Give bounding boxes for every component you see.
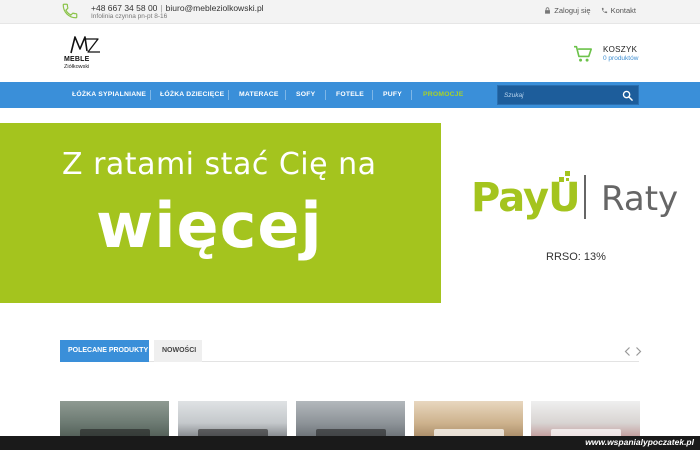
phone-number[interactable]: +48 667 34 58 00 [91,3,157,13]
tab-new-products[interactable]: NOWOŚCI [154,340,202,362]
promo-banner[interactable]: Z ratami stać Cię na więcej PayU Raty RR… [0,123,700,303]
nav-item-mattresses[interactable]: MATERACE [239,82,279,108]
lock-icon [545,7,551,14]
nav-separator [325,90,326,100]
phone-small-icon [601,7,607,14]
email-link[interactable]: biuro@mebleziolkowski.pl [166,3,264,13]
nav-item-kids-beds[interactable]: ŁÓŻKA DZIECIĘCE [160,82,224,108]
header: MEBLE Ziółkowski KOSZYK 0 produktów [0,24,700,82]
nav-separator [372,90,373,100]
phone-icon [62,3,78,19]
login-link[interactable]: Zaloguj się [544,6,591,15]
search-box [497,85,639,105]
payu-dots-icon [559,171,570,182]
contact-line: +48 667 34 58 00 | biuro@mebleziolkowski.p… [91,3,264,13]
site-logo[interactable]: MEBLE Ziółkowski [64,33,108,73]
nav-separator [285,90,286,100]
watermark-bar: www.wspanialypoczatek.pl [0,436,700,450]
chevron-right-icon[interactable] [635,347,642,356]
top-bar: +48 667 34 58 00 | biuro@mebleziolkowski.p… [0,0,700,24]
nav-item-sofas[interactable]: SOFY [296,82,315,108]
tab-recommended-products[interactable]: POLECANE PRODUKTY [60,340,149,362]
nav-item-armchairs[interactable]: FOTELE [336,82,364,108]
banner-headline-large: więcej [96,189,323,262]
nav-item-promotions[interactable]: PROMOCJE [423,82,464,108]
payu-logo: PayU [471,171,581,231]
contact-label: Kontakt [610,6,636,15]
contact-separator: | [160,3,163,13]
cart-icon[interactable] [573,45,593,63]
top-links: Zaloguj się Kontakt [544,6,636,15]
rrso-label: RRSO: 13% [546,251,606,263]
search-input[interactable] [504,89,614,102]
cart-count: 0 produktów [603,55,639,62]
raty-wordmark: Raty [601,179,679,219]
search-icon[interactable] [622,90,633,101]
logo-monogram-icon [70,36,100,54]
nav-separator [411,90,412,100]
login-label: Zaloguj się [554,6,591,15]
logo-line-2: Ziółkowski [64,64,90,70]
contact-link[interactable]: Kontakt [601,6,636,15]
banner-headline: Z ratami stać Cię na [62,147,377,182]
banner-green-panel: Z ratami stać Cię na więcej [0,123,441,303]
cart-title[interactable]: KOSZYK [603,45,637,54]
carousel-arrows [624,347,642,356]
nav-item-poufs[interactable]: PUFY [383,82,402,108]
payu-divider [584,175,586,219]
nav-item-bedroom-beds[interactable]: ŁÓŻKA SYPIALNIANE [72,82,146,108]
nav-separator [228,90,229,100]
main-navigation: ŁÓŻKA SYPIALNIANE ŁÓŻKA DZIECIĘCE MATERA… [0,82,700,108]
watermark-text: www.wspanialypoczatek.pl [585,437,694,447]
hotline-hours: Infolinia czynna pn-pt 8-16 [91,13,168,20]
logo-line-1: MEBLE [64,56,90,63]
nav-separator [150,90,151,100]
chevron-left-icon[interactable] [624,347,631,356]
